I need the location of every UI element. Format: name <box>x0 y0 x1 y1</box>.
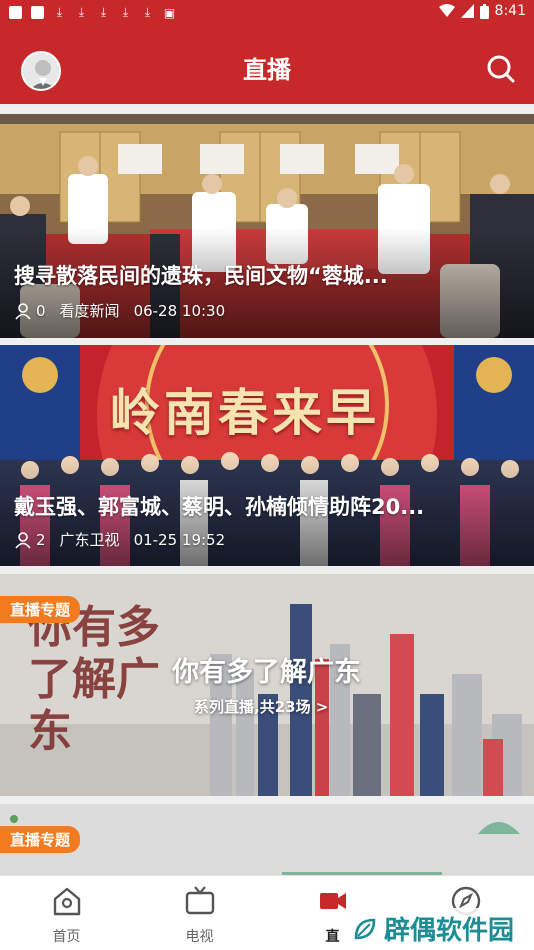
live-camera-icon <box>319 893 346 909</box>
watermark: 辟偶软件园 <box>345 908 520 949</box>
tab-home[interactable]: 首页 <box>0 884 133 946</box>
live-time: 01-25 19:52 <box>133 530 226 549</box>
app-icon <box>30 5 45 20</box>
topic-card[interactable]: 直播专题 <box>0 804 534 875</box>
live-meta: 0 看度新闻 06-28 10:30 <box>14 300 225 321</box>
search-icon[interactable] <box>486 54 516 84</box>
wifi-icon <box>438 4 455 17</box>
topic-thumbnail <box>0 804 534 875</box>
source-name: 广东卫视 <box>59 531 120 549</box>
topic-title: 你有多了解广东 <box>172 657 361 688</box>
topic-card[interactable]: 你有多了解广东 直播专题 你有多了解广东 系列直播,共23场 > <box>0 574 534 796</box>
image-icon: ▣ <box>163 5 176 20</box>
tab-tv[interactable]: 电视 <box>133 884 266 946</box>
tab-label: 首页 <box>52 929 81 945</box>
viewer-count: 2 <box>14 531 46 549</box>
live-card[interactable]: 岭南春来早 戴玉强、郭富城、蔡明、孙楠倾情助阵20... 2 广东卫视 01-2… <box>0 345 534 566</box>
clock: 8:41 <box>494 3 526 19</box>
topic-badge: 直播专题 <box>0 826 81 853</box>
download-icon: ⤓ <box>56 5 63 19</box>
tv-icon <box>185 886 214 915</box>
leaf-logo-icon <box>354 918 376 939</box>
live-time: 06-28 10:30 <box>133 301 226 320</box>
home-icon <box>53 887 80 916</box>
status-bar: ⤓ ⤓ ⤓ ⤓ ⤓ ▣ 8:41 <box>0 0 534 26</box>
download-icon: ⤓ <box>122 5 129 19</box>
app-icon <box>8 5 23 20</box>
viewer-count: 0 <box>14 302 46 320</box>
signal-icon <box>460 4 474 18</box>
live-meta: 2 广东卫视 01-25 19:52 <box>14 529 225 550</box>
topic-calligraphy: 你有多了解广东 <box>28 602 160 757</box>
download-icon: ⤓ <box>100 5 107 19</box>
notification-icons: ⤓ ⤓ ⤓ ⤓ ⤓ ▣ <box>8 5 177 20</box>
live-feed[interactable]: 搜寻散落民间的遗珠，民间文物“蓉城... 0 看度新闻 06-28 10:30 <box>0 104 534 875</box>
download-icon: ⤓ <box>144 5 151 19</box>
live-card[interactable]: 搜寻散落民间的遗珠，民间文物“蓉城... 0 看度新闻 06-28 10:30 <box>0 114 534 338</box>
tab-label: 电视 <box>185 929 214 945</box>
topic-badge: 直播专题 <box>0 596 81 623</box>
live-title: 搜寻散落民间的遗珠，民间文物“蓉城... <box>14 264 388 288</box>
user-icon <box>15 531 31 549</box>
source-name: 看度新闻 <box>59 302 120 320</box>
user-icon <box>15 302 31 320</box>
topic-subtitle[interactable]: 系列直播,共23场 > <box>194 696 328 717</box>
app-header: 直播 <box>0 26 534 104</box>
live-title: 戴玉强、郭富城、蔡明、孙楠倾情助阵20... <box>14 495 425 519</box>
page-title: 直播 <box>243 56 291 84</box>
banner-calligraphy: 岭南春来早 <box>110 383 380 442</box>
battery-icon <box>479 3 489 19</box>
download-icon: ⤓ <box>78 5 85 19</box>
